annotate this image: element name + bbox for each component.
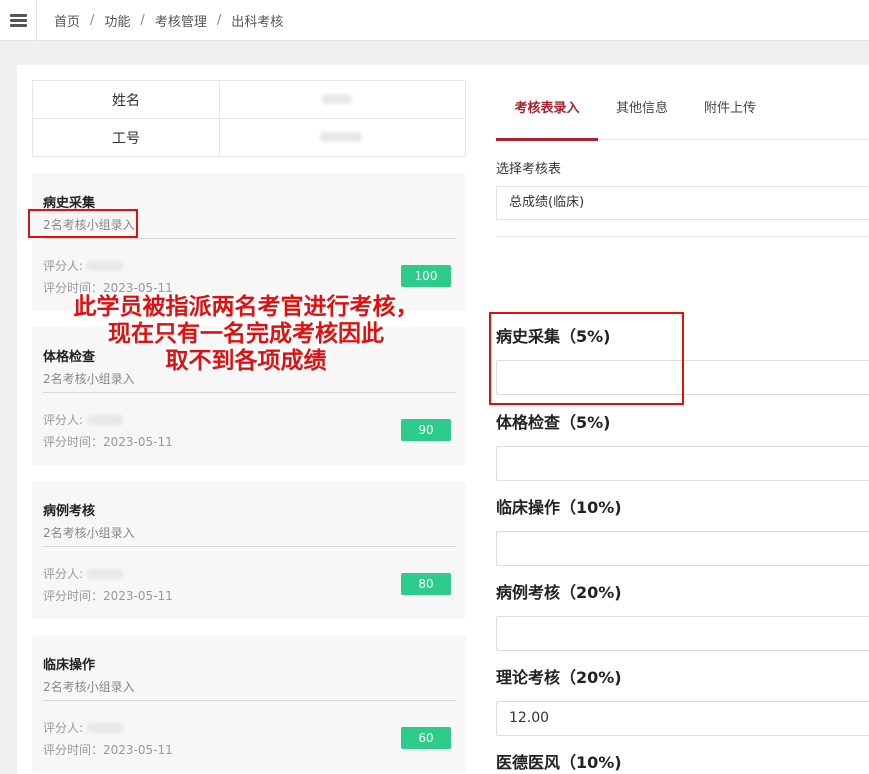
name-label: 姓名 <box>32 80 220 119</box>
card-title: 临床操作 <box>43 658 96 673</box>
card-time: 评分时间：2023-05-11 <box>43 743 173 757</box>
card-title: 病例考核 <box>43 504 96 519</box>
annotation-text: 此学员被指派两名考官进行考核， 现在只有一名完成考核因此 取不到各项成绩 <box>73 293 419 374</box>
score-card: 临床操作 2名考核小组录入 评分人: 评分时间：2023-05-11 60 <box>32 635 466 773</box>
theory-score-input[interactable]: 12.00 <box>496 701 869 736</box>
breadcrumb: 首页 / 功能 / 考核管理 / 出科考核 <box>54 11 284 30</box>
highlight-box <box>28 209 138 238</box>
card-divider <box>43 392 456 393</box>
menu-toggle-button[interactable] <box>0 0 37 41</box>
id-label: 工号 <box>32 118 220 157</box>
case-score-input[interactable] <box>496 616 869 651</box>
field-label-case: 病例考核（20%) <box>496 583 622 602</box>
score-badge: 60 <box>401 727 451 749</box>
card-rater: 评分人: <box>43 257 124 274</box>
score-badge: 80 <box>401 573 451 595</box>
card-divider <box>43 238 456 239</box>
field-label-clinical: 临床操作（10%) <box>496 498 622 517</box>
card-subtitle: 2名考核小组录入 <box>43 680 135 694</box>
field-label-physical: 体格检查（5%) <box>496 413 611 432</box>
select-exam-label: 选择考核表 <box>496 162 562 177</box>
card-time: 评分时间：2023-05-11 <box>43 589 173 603</box>
field-label-theory: 理论考核（20%) <box>496 668 622 687</box>
card-rater: 评分人: <box>43 565 124 582</box>
card-rater: 评分人: <box>43 719 124 736</box>
exam-form-select[interactable]: 总成绩(临床) <box>496 186 869 220</box>
card-divider <box>43 546 456 547</box>
score-card: 病例考核 2名考核小组录入 评分人: 评分时间：2023-05-11 80 <box>32 481 466 619</box>
tab-bar: 考核表录入 其他信息 附件上传 <box>496 91 869 141</box>
id-value <box>219 118 466 157</box>
physical-score-input[interactable] <box>496 446 869 481</box>
card-subtitle: 2名考核小组录入 <box>43 526 135 540</box>
tab-attachment-upload[interactable]: 附件上传 <box>690 91 770 140</box>
card-divider <box>43 700 456 701</box>
breadcrumb-exam-management[interactable]: 考核管理 <box>155 11 207 30</box>
hamburger-icon <box>9 14 27 27</box>
breadcrumb-current: 出科考核 <box>231 15 284 30</box>
score-badge: 100 <box>401 265 451 287</box>
tab-other-info[interactable]: 其他信息 <box>602 91 682 140</box>
clinical-score-input[interactable] <box>496 531 869 566</box>
field-label-ethics: 医德医风（10%) <box>496 753 622 772</box>
card-time: 评分时间：2023-05-11 <box>43 435 173 449</box>
student-info-table: 姓名 工号 <box>32 80 466 157</box>
score-badge: 90 <box>401 419 451 441</box>
form-divider <box>496 236 869 237</box>
top-bar: 首页 / 功能 / 考核管理 / 出科考核 <box>0 0 869 41</box>
breadcrumb-function[interactable]: 功能 <box>104 11 130 30</box>
score-card: 病史采集 2名考核小组录入 评分人: 评分时间：2023-05-11 100 <box>32 173 466 311</box>
card-rater: 评分人: <box>43 411 124 428</box>
breadcrumb-home[interactable]: 首页 <box>54 11 80 30</box>
name-value <box>219 80 466 119</box>
highlight-box <box>489 312 684 405</box>
tab-exam-entry[interactable]: 考核表录入 <box>496 91 598 141</box>
